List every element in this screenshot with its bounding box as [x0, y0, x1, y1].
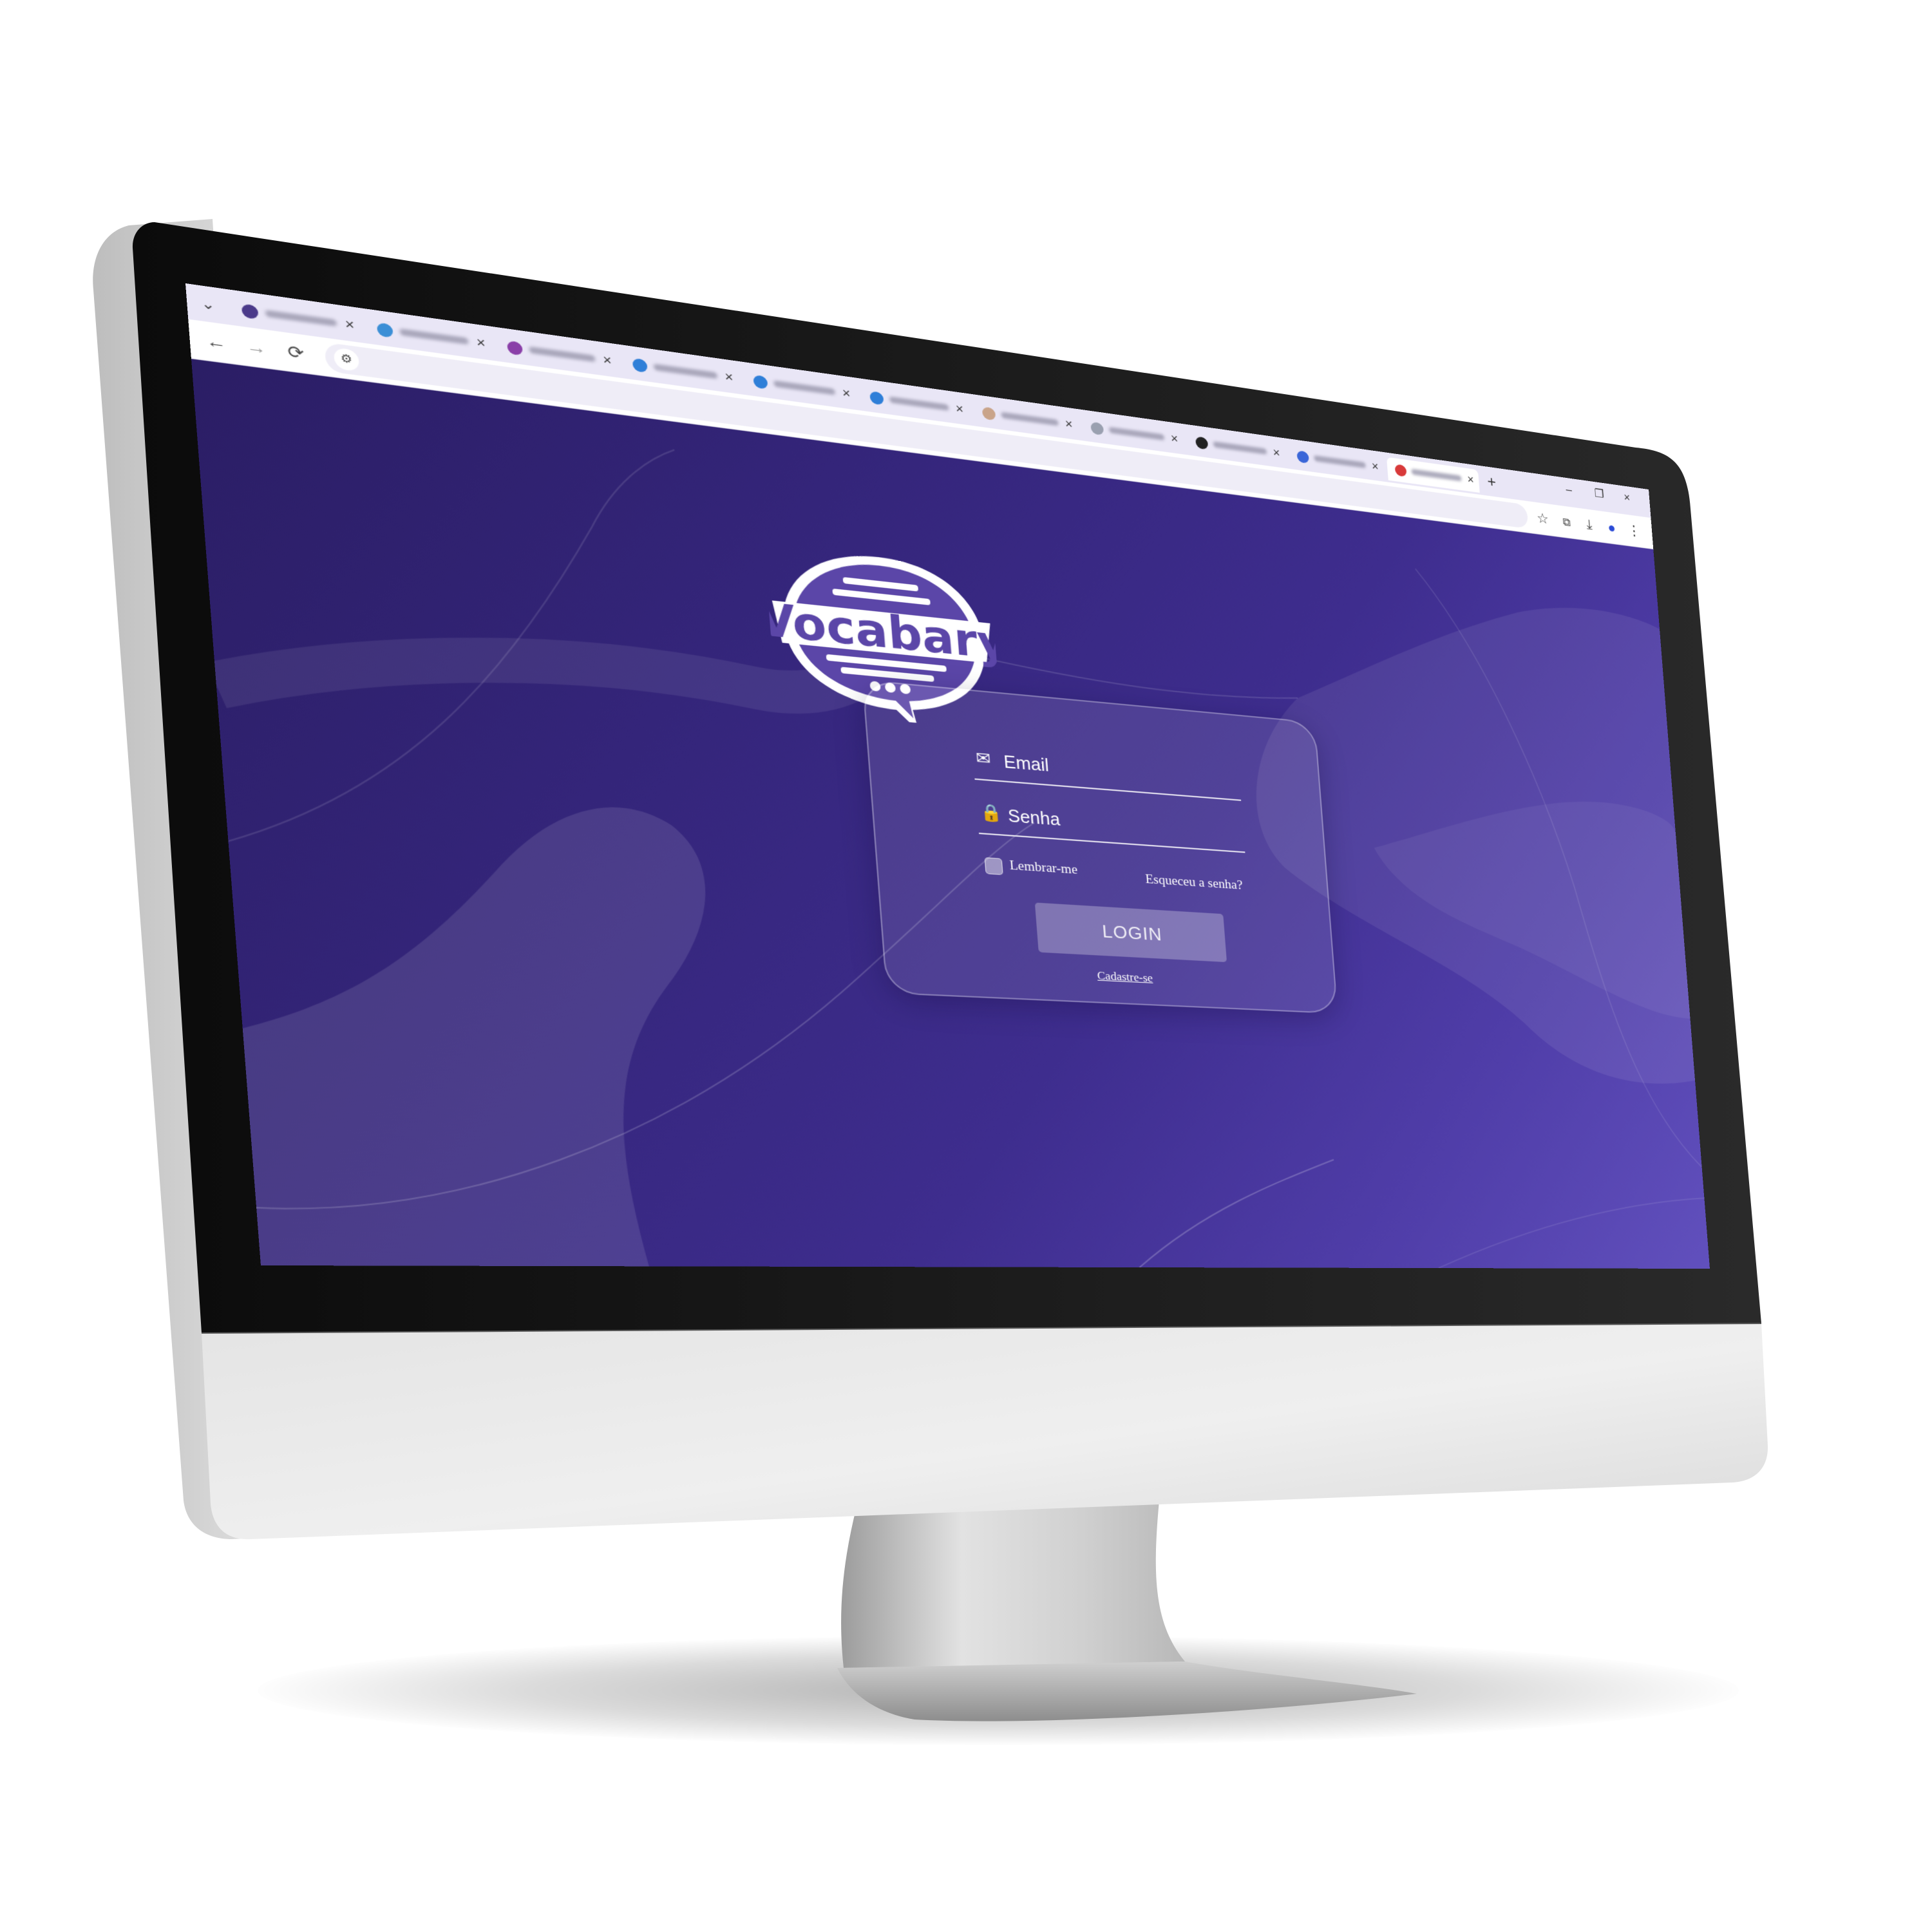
- email-input[interactable]: [1001, 748, 1237, 795]
- tab-favicon-icon: [1296, 450, 1309, 464]
- login-button[interactable]: LOGIN: [1035, 902, 1227, 962]
- tab-close-icon[interactable]: ×: [1065, 416, 1073, 432]
- tab-title-blurred: [773, 381, 835, 395]
- tab-title-blurred: [1213, 441, 1267, 455]
- tab-favicon-icon: [753, 375, 768, 390]
- tab-close-icon[interactable]: ×: [842, 385, 851, 402]
- lock-icon: 🔒: [980, 804, 1000, 823]
- email-field-wrapper: ✉: [972, 741, 1241, 800]
- password-input[interactable]: [1005, 802, 1240, 848]
- remember-me-row[interactable]: Lembrar-me: [984, 855, 986, 876]
- tab-close-icon[interactable]: ×: [1170, 431, 1179, 446]
- forgot-password-link[interactable]: Esqueceu a senha?: [1145, 872, 1244, 893]
- tab-favicon-icon: [982, 406, 996, 421]
- tab-close-icon[interactable]: ×: [476, 334, 486, 351]
- tab-close-icon[interactable]: ×: [1467, 472, 1475, 487]
- tab-title-blurred: [654, 364, 718, 379]
- tab-title-blurred: [399, 328, 468, 345]
- tab-title-blurred: [265, 310, 337, 327]
- menu-icon[interactable]: ⋮: [1625, 520, 1643, 541]
- tab-title-blurred: [1109, 427, 1165, 440]
- tab-close-icon[interactable]: ×: [1273, 445, 1281, 460]
- tab-favicon-icon: [1395, 464, 1407, 477]
- tab-close-icon[interactable]: ×: [724, 368, 734, 385]
- tab-title-blurred: [1411, 469, 1461, 482]
- back-arrow-icon[interactable]: ←: [202, 328, 231, 355]
- tab-close-icon[interactable]: ×: [1371, 459, 1379, 474]
- tab-favicon-icon: [507, 341, 523, 356]
- minimize-button[interactable]: –: [1566, 482, 1573, 497]
- tab-favicon-icon: [242, 303, 259, 319]
- tab-favicon-icon: [377, 322, 393, 338]
- close-window-button[interactable]: ×: [1624, 491, 1631, 505]
- tab-search-button[interactable]: ⌄: [195, 292, 220, 316]
- tab-close-icon[interactable]: ×: [602, 352, 612, 369]
- envelope-icon: ✉: [975, 750, 996, 769]
- new-tab-button[interactable]: +: [1487, 473, 1497, 491]
- reload-icon[interactable]: ⟳: [281, 339, 310, 366]
- login-card: ✉ 🔒 Lembrar-me Esqueceu a senha? LOGIN C…: [862, 679, 1338, 1014]
- tab-close-icon[interactable]: ×: [345, 316, 355, 334]
- tab-title-blurred: [529, 346, 595, 362]
- tab-title-blurred: [1001, 412, 1059, 426]
- remember-me-checkbox[interactable]: [985, 857, 1003, 875]
- tab-favicon-icon: [869, 391, 884, 406]
- tab-favicon-icon: [1195, 436, 1208, 450]
- star-icon[interactable]: ☆: [1533, 508, 1552, 529]
- profile-icon[interactable]: ●: [1602, 517, 1622, 538]
- forward-arrow-icon[interactable]: →: [242, 334, 271, 361]
- download-icon[interactable]: ⤓: [1580, 515, 1599, 536]
- remember-me-label: Lembrar-me: [1009, 858, 1078, 878]
- tab-favicon-icon: [1090, 422, 1104, 436]
- signup-link[interactable]: Cadastre-se: [1097, 969, 1153, 985]
- restore-button[interactable]: ❐: [1594, 487, 1604, 501]
- tab-favicon-icon: [632, 358, 648, 373]
- tab-title-blurred: [1314, 455, 1366, 468]
- tab-close-icon[interactable]: ×: [955, 401, 964, 417]
- site-settings-icon[interactable]: ⚙: [334, 347, 360, 372]
- extensions-icon[interactable]: ⧉: [1557, 511, 1577, 533]
- tab-title-blurred: [889, 396, 949, 410]
- product-mockup: ⌄ × × × × × × × × × × × + – ❐ × ← → ⟳ ⚙ ☆ ⧉ ⤓ ● ⋮: [0, 0, 1932, 1932]
- password-field-wrapper: 🔒: [976, 795, 1245, 853]
